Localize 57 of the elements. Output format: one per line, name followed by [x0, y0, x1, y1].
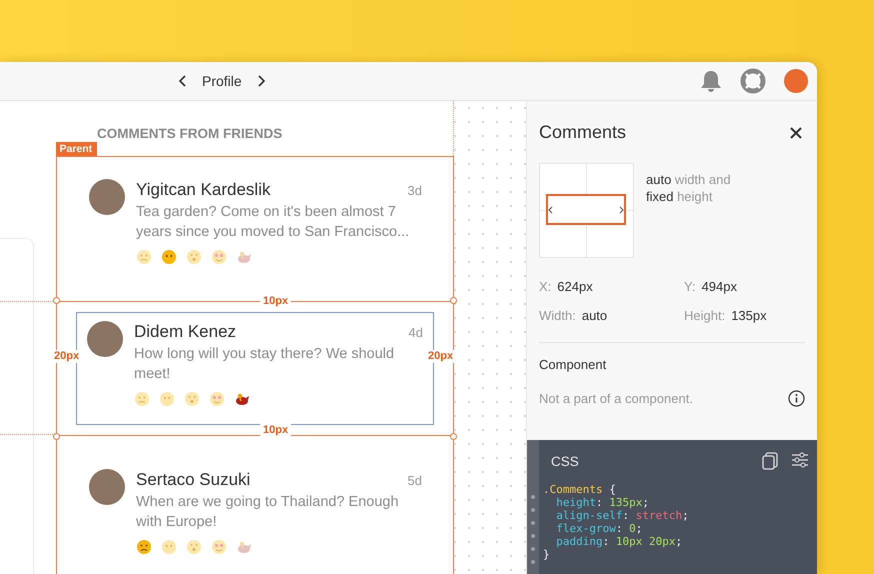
- page-title: Profile: [202, 73, 242, 89]
- copy-icon[interactable]: [762, 452, 778, 470]
- bell-icon[interactable]: [700, 69, 722, 93]
- comment-text: When are we going to Thailand? Enough with Europe!: [136, 493, 400, 532]
- code-line: }: [543, 548, 550, 561]
- component-note: Not a part of a component.: [539, 391, 693, 406]
- surprised-face-icon[interactable]: [186, 249, 202, 265]
- property-value: 494px: [702, 279, 737, 294]
- comment-text: How long will you stay there? We should meet!: [134, 345, 396, 384]
- commenter-name: Yigitcan Kardeslik: [136, 180, 270, 200]
- spacing-label: 10px: [260, 424, 292, 437]
- property-label: X:: [539, 279, 552, 294]
- comment-time: 3d: [408, 183, 422, 198]
- lifebuoy-icon[interactable]: [740, 68, 766, 94]
- code-line: align-self: stretch;: [555, 509, 689, 522]
- property-value: 135px: [731, 308, 767, 323]
- resize-handle[interactable]: [53, 297, 60, 304]
- property-label: Y:: [684, 279, 696, 294]
- close-icon[interactable]: [790, 126, 802, 138]
- code-title: CSS: [551, 454, 579, 468]
- parent-tag: Parent: [56, 142, 98, 156]
- commenter-name: Sertaco Suzuki: [136, 470, 250, 490]
- code-line: .Comments {: [543, 483, 616, 496]
- section-title: Component: [539, 342, 805, 372]
- resize-handle[interactable]: [450, 433, 457, 440]
- surprised-face-icon[interactable]: [184, 391, 200, 407]
- heart-eyes-face-icon[interactable]: [209, 391, 225, 407]
- surprised-face-icon[interactable]: [186, 539, 202, 555]
- comment-time: 5d: [408, 473, 422, 488]
- heart-eyes-face-icon[interactable]: [211, 249, 227, 265]
- avatar: [89, 469, 125, 505]
- sad-face-icon[interactable]: [136, 539, 152, 555]
- resize-handle[interactable]: [450, 297, 457, 304]
- section-heading: COMMENTS FROM FRIENDS: [97, 126, 282, 142]
- neutral-face-icon[interactable]: [161, 249, 177, 265]
- avatar: [87, 321, 123, 357]
- panel-title: Comments: [539, 122, 626, 143]
- settings-icon[interactable]: [791, 452, 809, 468]
- comment-text: Tea garden? Come on it's been almost 7 years since you moved to San Francisco...: [136, 203, 410, 242]
- code-line: padding: 10px 20px;: [555, 535, 682, 548]
- sizing-description: auto width and fixed height: [646, 171, 732, 206]
- spacing-label: 10px: [260, 295, 292, 308]
- property-value: auto: [582, 308, 608, 323]
- property-label: Height:: [684, 308, 726, 323]
- heart-eyes-face-icon[interactable]: [211, 539, 227, 555]
- resize-handle[interactable]: [53, 433, 60, 440]
- property-value: 624px: [557, 279, 593, 294]
- user-avatar[interactable]: [784, 69, 808, 93]
- property-label: Width:: [539, 308, 576, 323]
- code-line: flex-grow: 0;: [555, 522, 642, 535]
- info-icon[interactable]: [788, 390, 805, 407]
- spacing-label: 20px: [425, 350, 456, 363]
- comment-time: 4d: [408, 325, 423, 340]
- avatar: [89, 179, 125, 215]
- bird-icon[interactable]: [234, 391, 250, 407]
- code-line: height: 135px;: [555, 496, 649, 509]
- commenter-name: Didem Kenez: [134, 322, 236, 342]
